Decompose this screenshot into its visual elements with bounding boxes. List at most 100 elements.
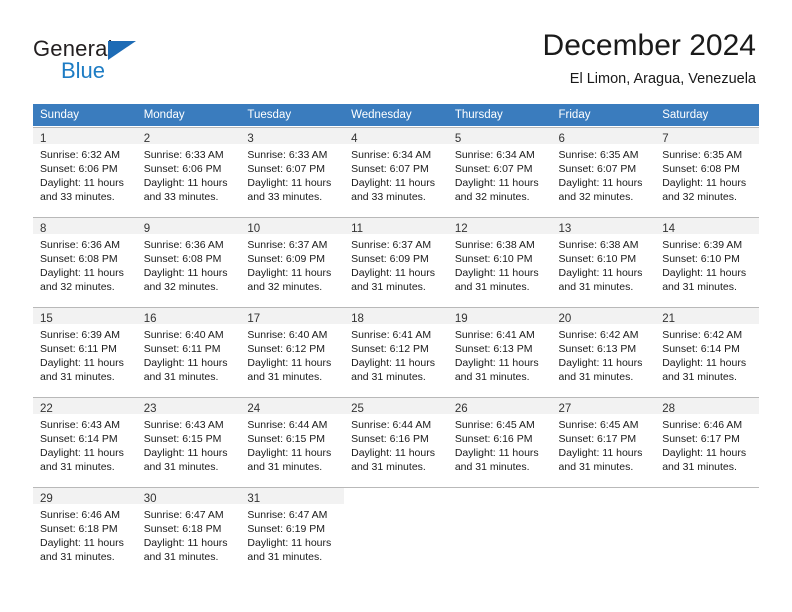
day-details: Sunrise: 6:45 AM Sunset: 6:17 PM Daylight:… (552, 414, 656, 474)
daylight-duration-line2: and 32 minutes. (454, 191, 530, 203)
calendar-week-row: 22 Sunrise: 6:43 AM Sunset: 6:14 PM Dayligh… (33, 396, 759, 486)
calendar-day-cell[interactable]: 6 Sunrise: 6:35 AM Sunset: 6:07 PM Daylight… (551, 126, 656, 216)
daylight-duration-line1: Daylight: 11 hours (662, 177, 747, 189)
day-details: Sunrise: 6:46 AM Sunset: 6:17 PM Daylight:… (655, 414, 759, 474)
calendar-day-cell[interactable]: 24 Sunrise: 6:44 AM Sunset: 6:15 PM Dayligh… (240, 396, 345, 486)
sunrise-time: Sunrise: 6:47 AM (143, 509, 224, 521)
sunset-time: Sunset: 6:13 PM (558, 343, 637, 355)
daylight-duration-line1: Daylight: 11 hours (558, 177, 643, 189)
calendar-day-cell[interactable]: 21 Sunrise: 6:42 AM Sunset: 6:14 PM Dayligh… (655, 306, 759, 396)
day-number: 30 (143, 493, 157, 505)
day-cell-content: 4 Sunrise: 6:34 AM Sunset: 6:07 PM Daylight… (344, 126, 448, 216)
sunset-time: Sunset: 6:11 PM (143, 343, 221, 355)
day-details: Sunrise: 6:44 AM Sunset: 6:16 PM Daylight:… (344, 414, 448, 474)
calendar-day-cell[interactable]: 12 Sunrise: 6:38 AM Sunset: 6:10 PM Dayligh… (447, 216, 552, 306)
day-details: Sunrise: 6:37 AM Sunset: 6:09 PM Daylight:… (240, 234, 344, 294)
day-details: Sunrise: 6:37 AM Sunset: 6:09 PM Daylight:… (344, 234, 448, 294)
calendar-day-cell[interactable]: 28 Sunrise: 6:46 AM Sunset: 6:17 PM Dayligh… (655, 396, 759, 486)
day-number: 5 (454, 133, 462, 145)
sunset-time: Sunset: 6:07 PM (558, 163, 637, 175)
day-number: 4 (351, 133, 358, 145)
calendar-day-cell[interactable]: 27 Sunrise: 6:45 AM Sunset: 6:17 PM Dayligh… (551, 396, 656, 486)
sunrise-time: Sunrise: 6:43 AM (40, 419, 120, 431)
day-number: 9 (143, 223, 151, 235)
general-blue-logo[interactable]: General Blue (33, 36, 233, 84)
sunset-time: Sunset: 6:12 PM (351, 343, 429, 355)
day-number-band: 11 (344, 217, 448, 235)
calendar-day-cell[interactable]: 17 Sunrise: 6:40 AM Sunset: 6:12 PM Dayligh… (240, 306, 345, 396)
calendar-day-cell[interactable]: 13 Sunrise: 6:38 AM Sunset: 6:10 PM Dayligh… (551, 216, 656, 306)
day-details: Sunrise: 6:47 AM Sunset: 6:19 PM Daylight:… (240, 504, 344, 564)
day-number-band: 3 (240, 127, 345, 145)
calendar-day-cell[interactable]: 10 Sunrise: 6:37 AM Sunset: 6:09 PM Dayligh… (240, 216, 345, 306)
calendar-day-cell[interactable]: 2 Sunrise: 6:33 AM Sunset: 6:06 PM Daylight… (136, 126, 241, 216)
daylight-duration-line2: and 33 minutes. (143, 191, 219, 203)
day-number: 27 (558, 403, 572, 415)
day-cell-content: 9 Sunrise: 6:36 AM Sunset: 6:08 PM Daylight… (136, 216, 241, 306)
daylight-duration-line1: Daylight: 11 hours (40, 267, 124, 279)
sunrise-time: Sunrise: 6:33 AM (247, 149, 328, 161)
daylight-duration-line2: and 33 minutes. (351, 191, 426, 203)
day-cell-content: 15 Sunrise: 6:39 AM Sunset: 6:11 PM Dayligh… (33, 306, 137, 396)
day-number-band: 7 (655, 127, 759, 145)
sunrise-time: Sunrise: 6:35 AM (558, 149, 639, 161)
calendar-day-cell (344, 486, 448, 576)
calendar-day-cell[interactable]: 16 Sunrise: 6:40 AM Sunset: 6:11 PM Dayligh… (136, 306, 241, 396)
sunrise-time: Sunrise: 6:47 AM (247, 509, 328, 521)
calendar-day-cell[interactable]: 30 Sunrise: 6:47 AM Sunset: 6:18 PM Dayligh… (136, 486, 241, 576)
day-number-band: 16 (136, 307, 241, 325)
day-details: Sunrise: 6:34 AM Sunset: 6:07 PM Daylight:… (344, 144, 448, 204)
calendar-day-cell[interactable]: 8 Sunrise: 6:36 AM Sunset: 6:08 PM Daylight… (33, 216, 137, 306)
daylight-duration-line2: and 31 minutes. (558, 281, 634, 293)
daylight-duration-line1: Daylight: 11 hours (454, 177, 539, 189)
sunset-time: Sunset: 6:06 PM (40, 163, 118, 175)
daylight-duration-line1: Daylight: 11 hours (558, 447, 643, 459)
daylight-duration-line2: and 31 minutes. (351, 281, 426, 293)
daylight-duration-line2: and 32 minutes. (247, 281, 323, 293)
calendar-page: General Blue December 2024 El Limon, Ara… (0, 0, 792, 612)
daylight-duration-line2: and 31 minutes. (351, 461, 426, 473)
daylight-duration-line2: and 31 minutes. (351, 371, 426, 383)
day-cell-content: 17 Sunrise: 6:40 AM Sunset: 6:12 PM Dayligh… (240, 306, 345, 396)
calendar-day-cell[interactable]: 20 Sunrise: 6:42 AM Sunset: 6:13 PM Dayligh… (551, 306, 656, 396)
daylight-duration-line1: Daylight: 11 hours (558, 357, 643, 369)
calendar-day-cell[interactable]: 25 Sunrise: 6:44 AM Sunset: 6:16 PM Dayligh… (344, 396, 448, 486)
calendar-day-cell[interactable]: 3 Sunrise: 6:33 AM Sunset: 6:07 PM Daylight… (240, 126, 345, 216)
calendar-day-cell[interactable]: 26 Sunrise: 6:45 AM Sunset: 6:16 PM Dayligh… (447, 396, 552, 486)
weekday-header-wednesday: Wednesday (344, 104, 448, 126)
day-number-band: 27 (551, 397, 656, 415)
calendar-day-cell[interactable]: 23 Sunrise: 6:43 AM Sunset: 6:15 PM Dayligh… (136, 396, 241, 486)
calendar-day-cell[interactable]: 11 Sunrise: 6:37 AM Sunset: 6:09 PM Dayligh… (344, 216, 448, 306)
daylight-duration-line2: and 31 minutes. (662, 281, 737, 293)
calendar-day-cell[interactable]: 19 Sunrise: 6:41 AM Sunset: 6:13 PM Dayligh… (447, 306, 552, 396)
daylight-duration-line2: and 31 minutes. (454, 281, 530, 293)
calendar-day-cell[interactable]: 29 Sunrise: 6:46 AM Sunset: 6:18 PM Dayligh… (33, 486, 137, 576)
calendar-day-cell[interactable]: 15 Sunrise: 6:39 AM Sunset: 6:11 PM Dayligh… (33, 306, 137, 396)
daylight-duration-line2: and 32 minutes. (143, 281, 219, 293)
calendar-day-cell[interactable]: 9 Sunrise: 6:36 AM Sunset: 6:08 PM Daylight… (136, 216, 241, 306)
day-number: 25 (351, 403, 364, 415)
day-number-band: 10 (240, 217, 345, 235)
calendar-day-cell[interactable]: 31 Sunrise: 6:47 AM Sunset: 6:19 PM Dayligh… (240, 486, 345, 576)
calendar-day-cell[interactable]: 14 Sunrise: 6:39 AM Sunset: 6:10 PM Dayligh… (655, 216, 759, 306)
calendar-day-cell[interactable]: 1 Sunrise: 6:32 AM Sunset: 6:06 PM Daylight… (33, 126, 137, 216)
day-number-band: 23 (136, 397, 241, 415)
day-cell-content: 30 Sunrise: 6:47 AM Sunset: 6:18 PM Dayligh… (136, 486, 241, 576)
calendar-day-cell[interactable]: 7 Sunrise: 6:35 AM Sunset: 6:08 PM Daylight… (655, 126, 759, 216)
calendar-day-cell[interactable]: 22 Sunrise: 6:43 AM Sunset: 6:14 PM Dayligh… (33, 396, 137, 486)
calendar-day-cell[interactable]: 18 Sunrise: 6:41 AM Sunset: 6:12 PM Dayligh… (344, 306, 448, 396)
day-number-band: 28 (655, 397, 759, 415)
daylight-duration-line1: Daylight: 11 hours (662, 357, 747, 369)
daylight-duration-line2: and 31 minutes. (143, 551, 219, 563)
day-details: Sunrise: 6:36 AM Sunset: 6:08 PM Daylight:… (33, 234, 137, 294)
daylight-duration-line1: Daylight: 11 hours (40, 447, 124, 459)
weekday-header-saturday: Saturday (655, 104, 759, 126)
day-cell-content: 20 Sunrise: 6:42 AM Sunset: 6:13 PM Dayligh… (551, 306, 656, 396)
calendar-day-cell[interactable]: 5 Sunrise: 6:34 AM Sunset: 6:07 PM Daylight… (447, 126, 552, 216)
day-number: 17 (247, 313, 261, 325)
sunset-time: Sunset: 6:11 PM (40, 343, 117, 355)
sunset-time: Sunset: 6:08 PM (662, 163, 740, 175)
day-number: 29 (40, 493, 53, 505)
calendar-day-cell[interactable]: 4 Sunrise: 6:34 AM Sunset: 6:07 PM Daylight… (344, 126, 448, 216)
location-subtitle: El Limon, Aragua, Venezuela (569, 71, 756, 87)
